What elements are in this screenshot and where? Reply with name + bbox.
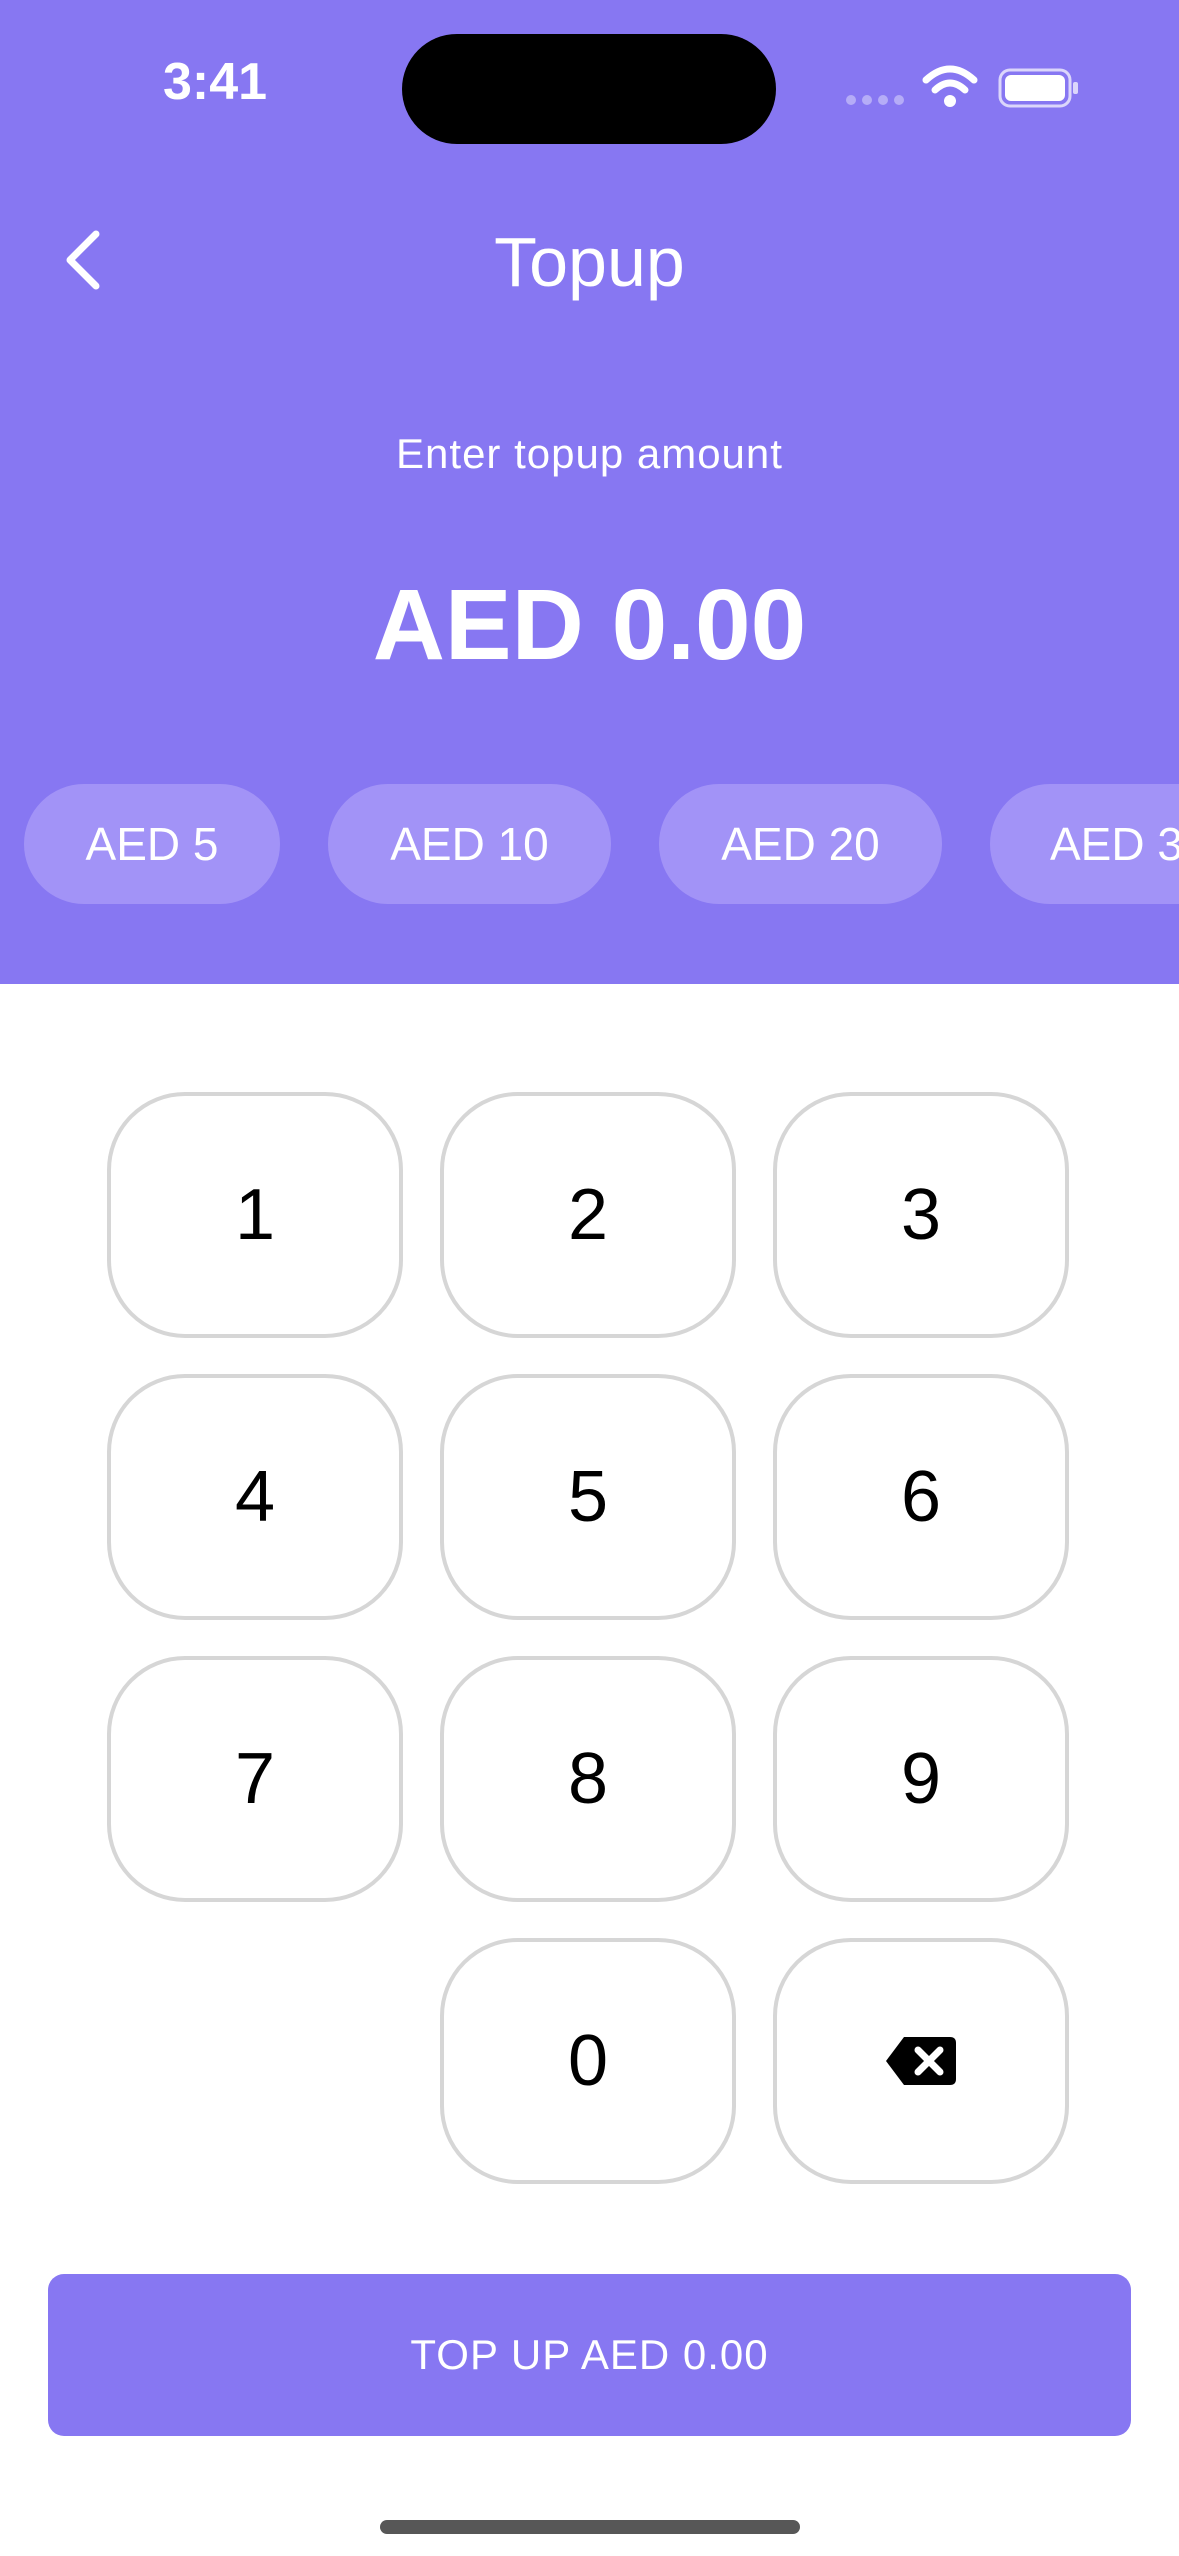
keypad-key-3[interactable]: 3 [773, 1092, 1069, 1338]
backspace-icon [886, 2037, 956, 2085]
keypad-key-8[interactable]: 8 [440, 1656, 736, 1902]
home-indicator[interactable] [380, 2520, 800, 2534]
quick-amount-chip[interactable]: AED 20 [659, 784, 942, 904]
page-title: Topup [494, 223, 685, 301]
status-time: 3:41 [162, 53, 268, 111]
keypad-key-1[interactable]: 1 [107, 1092, 403, 1338]
keypad-key-0[interactable]: 0 [440, 1938, 736, 2184]
top-up-button[interactable]: TOP UP AED 0.00 [48, 2274, 1131, 2436]
quick-amount-chip[interactable]: AED 3 [990, 784, 1179, 904]
battery-icon [998, 68, 1078, 108]
header: 3:41 Topup Enter topup amount AED 0.00 A… [0, 0, 1179, 984]
keypad-delete-button[interactable] [773, 1938, 1069, 2184]
amount-display: AED 0.00 [372, 569, 807, 681]
keypad-key-4[interactable]: 4 [107, 1374, 403, 1620]
amount-prompt: Enter topup amount [396, 430, 783, 477]
keypad-key-2[interactable]: 2 [440, 1092, 736, 1338]
keypad-key-7[interactable]: 7 [107, 1656, 403, 1902]
dynamic-island [402, 34, 776, 144]
quick-amount-chip[interactable]: AED 5 [24, 784, 280, 904]
keypad-key-6[interactable]: 6 [773, 1374, 1069, 1620]
keypad-key-9[interactable]: 9 [773, 1656, 1069, 1902]
quick-amount-chip[interactable]: AED 10 [328, 784, 611, 904]
wifi-icon [922, 65, 978, 107]
keypad-key-5[interactable]: 5 [440, 1374, 736, 1620]
signal-icon [846, 95, 904, 105]
